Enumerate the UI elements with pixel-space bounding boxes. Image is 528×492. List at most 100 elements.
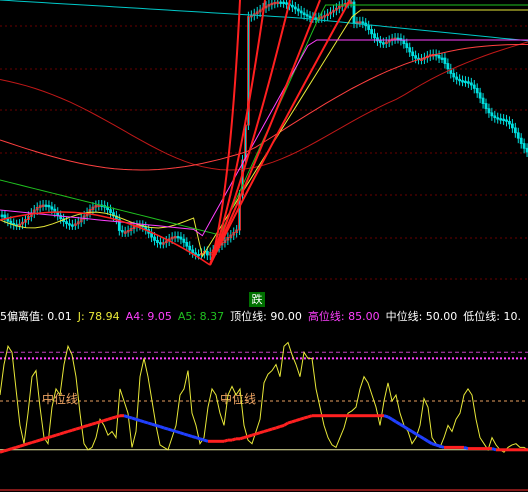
mid-line-annotation: 中位线 bbox=[220, 391, 256, 406]
header-value: 8.37 bbox=[196, 310, 225, 323]
candle-body bbox=[296, 8, 300, 12]
ma-slow-line bbox=[0, 41, 528, 171]
candle-body bbox=[522, 143, 526, 149]
candle-body bbox=[279, 1, 283, 4]
candle-body bbox=[466, 81, 470, 84]
bias-segment bbox=[155, 423, 161, 429]
candle-body bbox=[308, 15, 312, 19]
bias-segment bbox=[463, 445, 469, 451]
candle-body bbox=[508, 120, 511, 125]
candle-body bbox=[290, 4, 294, 8]
candle-body bbox=[153, 236, 156, 241]
candle-body bbox=[176, 236, 180, 239]
bias-segment bbox=[267, 427, 273, 432]
bias-segment bbox=[83, 423, 89, 429]
candle-body bbox=[182, 238, 186, 243]
candle-body bbox=[185, 241, 189, 247]
candle-body bbox=[120, 230, 124, 233]
bias-segment bbox=[111, 415, 117, 420]
candle-body bbox=[197, 253, 200, 257]
bias-segment bbox=[199, 437, 205, 442]
candle-body bbox=[65, 221, 68, 225]
header-label: 5偏离值: bbox=[0, 310, 44, 323]
bias-segment bbox=[23, 442, 29, 447]
candle-body bbox=[440, 57, 444, 60]
bias-segment bbox=[147, 421, 153, 426]
bias-segment bbox=[67, 428, 73, 433]
header-item: A4: 9.05 bbox=[126, 310, 172, 323]
candle-body bbox=[373, 33, 376, 39]
candle-body bbox=[469, 82, 473, 86]
bias-segment bbox=[127, 415, 133, 420]
bias-segment bbox=[295, 417, 301, 423]
header-value: 9.05 bbox=[143, 310, 172, 323]
bias-segment bbox=[491, 447, 497, 452]
header-label: 中位线: bbox=[385, 310, 423, 323]
indicator-panel: 中位线 中位线 bbox=[0, 341, 528, 491]
candle-body bbox=[188, 245, 192, 251]
bias-segment bbox=[55, 432, 61, 437]
bias-segment bbox=[87, 422, 93, 427]
header-item: 5偏离值: 0.01 bbox=[0, 310, 72, 323]
bias-segment bbox=[71, 427, 77, 432]
bias-segment bbox=[415, 432, 421, 438]
candle-body bbox=[461, 80, 464, 83]
candle-body bbox=[458, 78, 462, 82]
header-value: 50.00 bbox=[422, 310, 458, 323]
bias-segment bbox=[259, 430, 265, 435]
header-value: 78.94 bbox=[84, 310, 120, 323]
candle-body bbox=[305, 14, 309, 17]
candle-body bbox=[505, 119, 508, 122]
bias-segment bbox=[0, 449, 5, 454]
bias-segment bbox=[163, 426, 169, 431]
bias-segment bbox=[271, 426, 277, 431]
bias-segment bbox=[287, 420, 293, 425]
header-label: A4: bbox=[125, 310, 144, 323]
header-value: 10. bbox=[500, 310, 522, 323]
bias-segment bbox=[191, 434, 197, 440]
candle-body bbox=[502, 118, 506, 122]
candle-body bbox=[109, 209, 112, 214]
candle-body bbox=[478, 92, 482, 99]
bias-segment bbox=[135, 417, 141, 423]
indicator-header: 5偏离值: 0.01 J: 78.94 A4: 9.05 A5: 8.37 顶位线: 9… bbox=[0, 309, 528, 325]
bias-segment bbox=[195, 436, 201, 441]
header-label: 顶位线: bbox=[230, 310, 267, 323]
candle-body bbox=[158, 242, 162, 245]
candle-body bbox=[293, 6, 297, 10]
bias-segment bbox=[263, 428, 269, 433]
price-panel bbox=[0, 0, 528, 280]
candle-body bbox=[510, 123, 514, 129]
bias-segment bbox=[383, 414, 389, 419]
candle-body bbox=[71, 224, 74, 227]
candle-body bbox=[381, 42, 385, 45]
candle-body bbox=[437, 55, 441, 59]
bias-segment bbox=[223, 438, 229, 443]
bias-segment bbox=[299, 416, 305, 421]
candle-body bbox=[490, 112, 494, 117]
bias-segment bbox=[435, 443, 441, 448]
header-label: 高位线: bbox=[307, 310, 345, 323]
bias-segment bbox=[179, 431, 185, 436]
bias-segment bbox=[43, 436, 49, 441]
candle-body bbox=[191, 249, 195, 254]
bias-segment bbox=[15, 444, 21, 449]
bias-segment bbox=[159, 425, 165, 430]
candle-body bbox=[361, 21, 365, 24]
bias-segment bbox=[39, 437, 45, 442]
bias-segment bbox=[35, 438, 41, 443]
candle-body bbox=[50, 206, 54, 210]
bias-segment bbox=[395, 420, 401, 426]
bias-segment bbox=[275, 425, 281, 430]
bias-segment bbox=[107, 416, 113, 421]
candle-body bbox=[472, 84, 476, 89]
candle-body bbox=[487, 108, 491, 114]
bias-segment bbox=[143, 420, 149, 425]
candle-body bbox=[493, 115, 497, 119]
signal-badge: 跌 bbox=[249, 292, 265, 307]
candle-body bbox=[519, 137, 523, 144]
candle-body bbox=[496, 117, 500, 120]
bias-segment bbox=[131, 416, 137, 421]
bias-segment bbox=[123, 414, 129, 419]
bias-segment bbox=[139, 419, 145, 424]
